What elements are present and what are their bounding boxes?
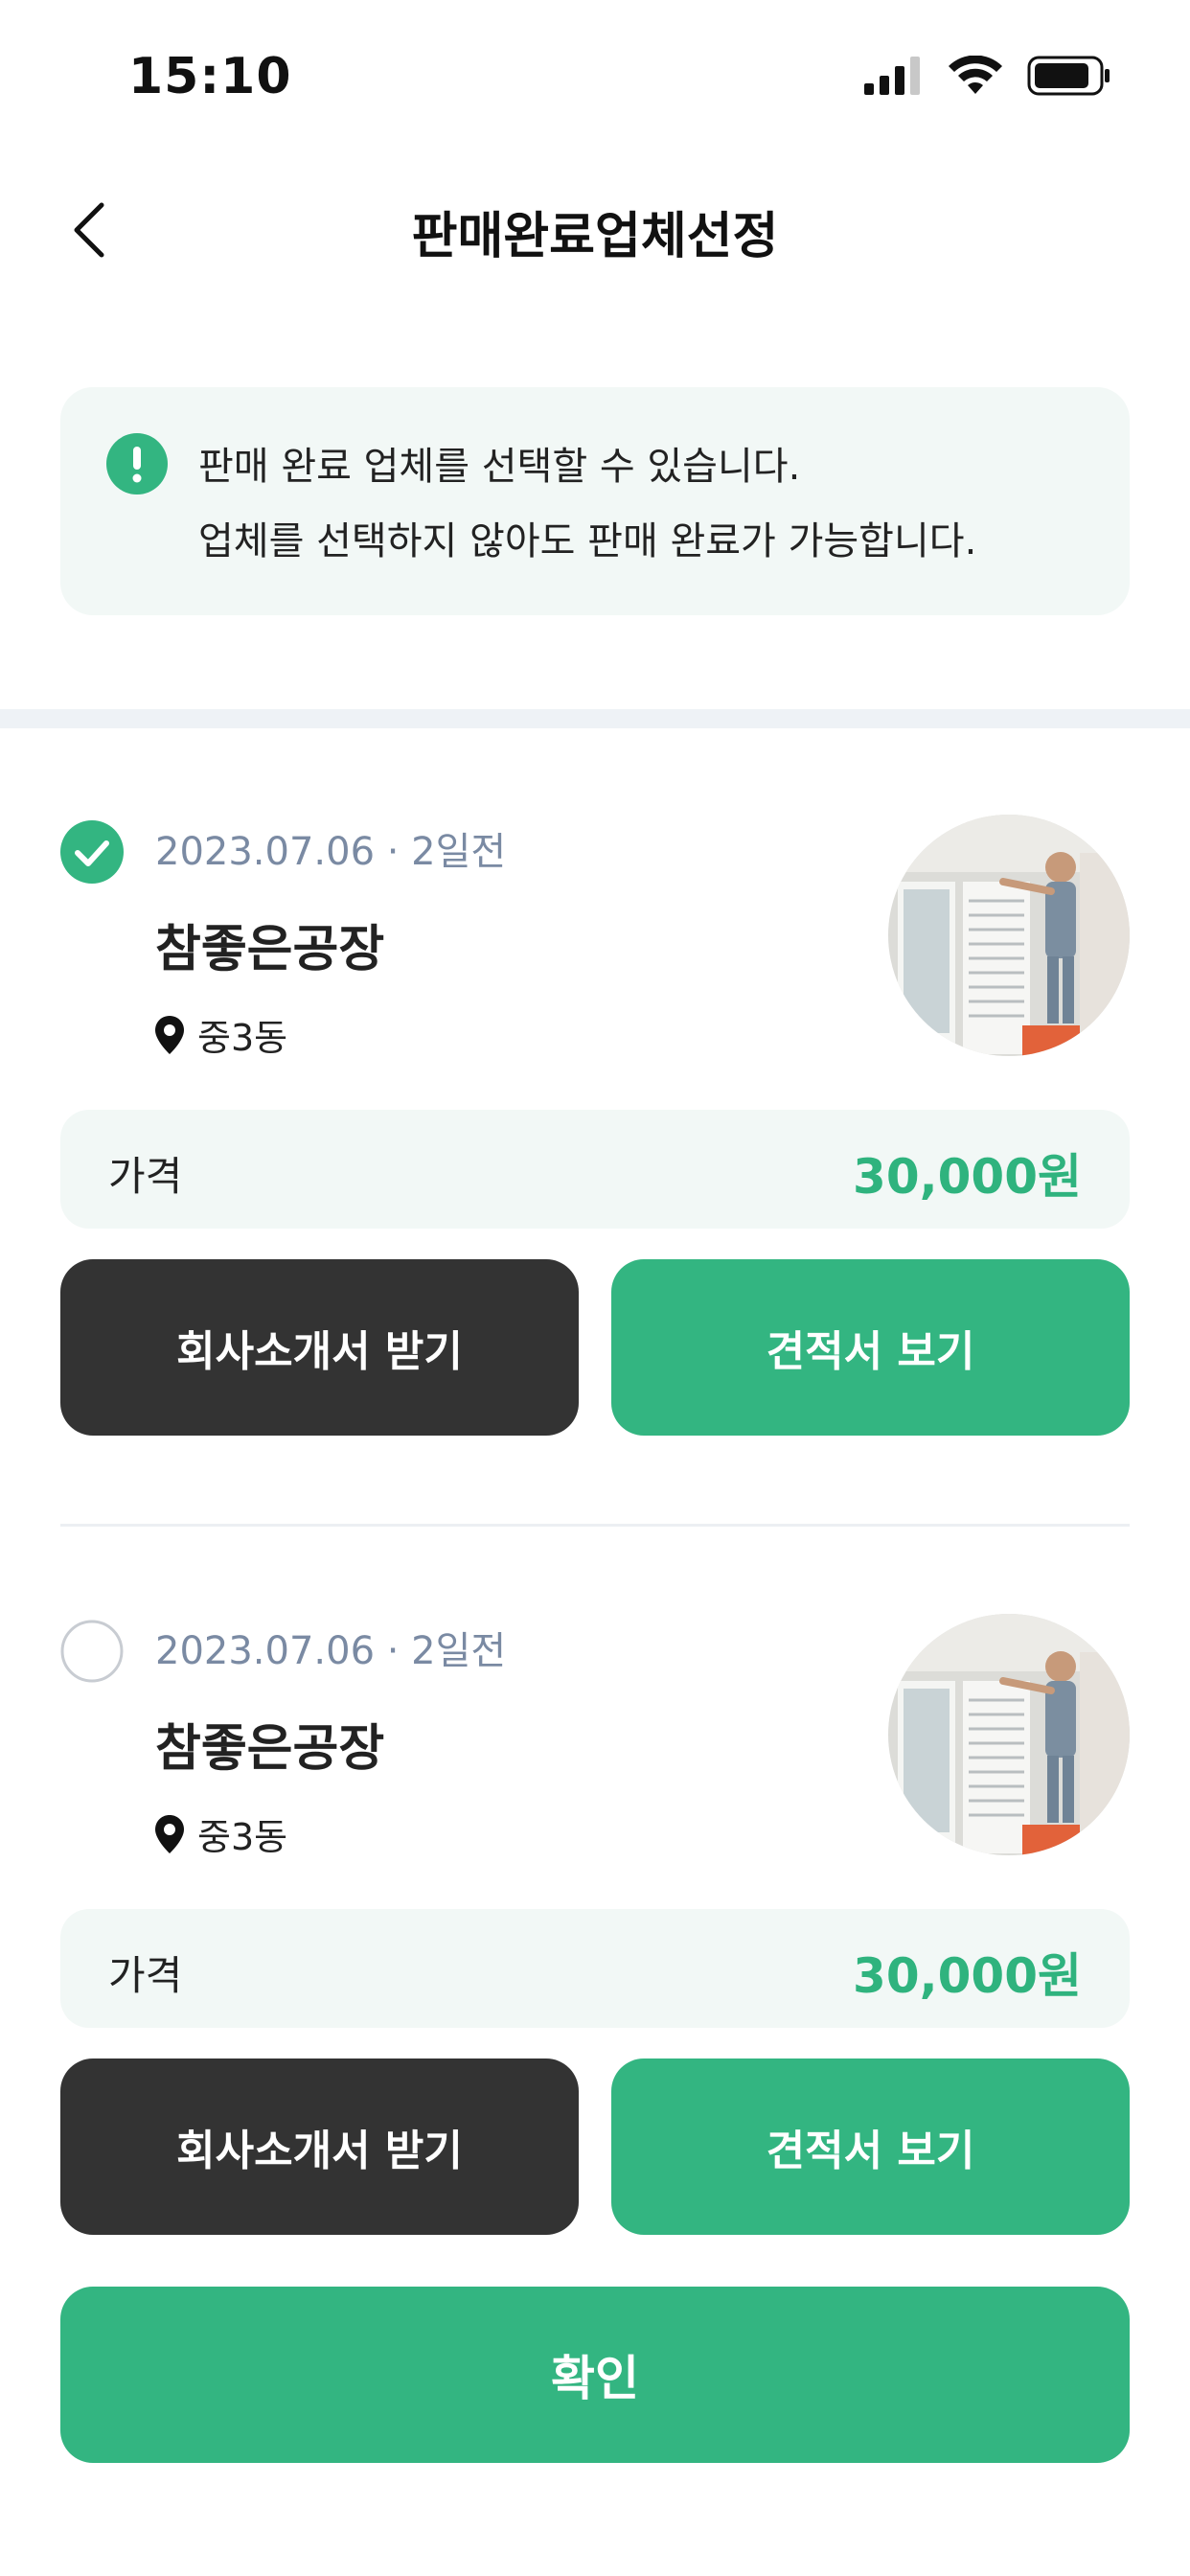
notice-text-line1: 판매 완료 업체를 선택할 수 있습니다. <box>198 445 801 489</box>
notice-text-line2: 업체를 선택하지 않아도 판매 완료가 가능합니다. <box>198 519 977 564</box>
vendor-name: 참좋은공장 <box>155 921 385 978</box>
vendor-location-text: 중3동 <box>197 1816 288 1858</box>
wifi-icon <box>949 56 1002 94</box>
vendor-name: 참좋은공장 <box>155 1720 385 1778</box>
page-title: 판매완료업체선정 <box>411 208 779 265</box>
status-time: 15:10 <box>128 48 292 105</box>
vendor-card[interactable]: 2023.07.06 · 2일전 참좋은공장 중3동 가격 30,000원 회사… <box>0 1614 1190 2252</box>
price-value: 30,000원 <box>853 1149 1082 1205</box>
confirm-button[interactable]: 확인 <box>60 2287 1130 2463</box>
company-intro-button[interactable]: 회사소개서 받기 <box>60 2058 579 2235</box>
price-label: 가격 <box>108 1153 183 1200</box>
vendor-date: 2023.07.06 · 2일전 <box>155 1629 507 1673</box>
price-box: 가격 30,000원 <box>60 1110 1130 1229</box>
cellular-signal-icon <box>864 57 920 95</box>
checkbox-unchecked-icon[interactable] <box>60 1620 124 1683</box>
card-divider <box>60 1524 1130 1527</box>
price-box: 가격 30,000원 <box>60 1909 1130 2028</box>
notice-box: 판매 완료 업체를 선택할 수 있습니다. 업체를 선택하지 않아도 판매 완료… <box>60 387 1130 615</box>
battery-icon <box>1027 56 1110 96</box>
location-pin-icon <box>155 1814 184 1853</box>
view-quote-button[interactable]: 견적서 보기 <box>611 1259 1130 1436</box>
checkbox-checked-icon[interactable] <box>60 820 124 884</box>
price-label: 가격 <box>108 1952 183 1999</box>
vendor-photo <box>888 815 1130 1056</box>
vendor-location-text: 중3동 <box>197 1017 288 1059</box>
nav-header: 판매완료업체선정 <box>0 163 1190 297</box>
vendor-card[interactable]: 2023.07.06 · 2일전 참좋은공장 중3동 가격 30,000원 회사… <box>0 815 1190 1453</box>
vendor-date: 2023.07.06 · 2일전 <box>155 830 507 874</box>
alert-icon <box>106 433 168 494</box>
location-pin-icon <box>155 1015 184 1054</box>
price-value: 30,000원 <box>853 1948 1082 2004</box>
vendor-location: 중3동 <box>155 1008 287 1061</box>
status-bar: 15:10 <box>0 0 1190 153</box>
view-quote-button[interactable]: 견적서 보기 <box>611 2058 1130 2235</box>
vendor-photo <box>888 1614 1130 1855</box>
section-divider <box>0 709 1190 728</box>
company-intro-button[interactable]: 회사소개서 받기 <box>60 1259 579 1436</box>
status-icons <box>864 56 1111 96</box>
vendor-location: 중3동 <box>155 1807 287 1860</box>
